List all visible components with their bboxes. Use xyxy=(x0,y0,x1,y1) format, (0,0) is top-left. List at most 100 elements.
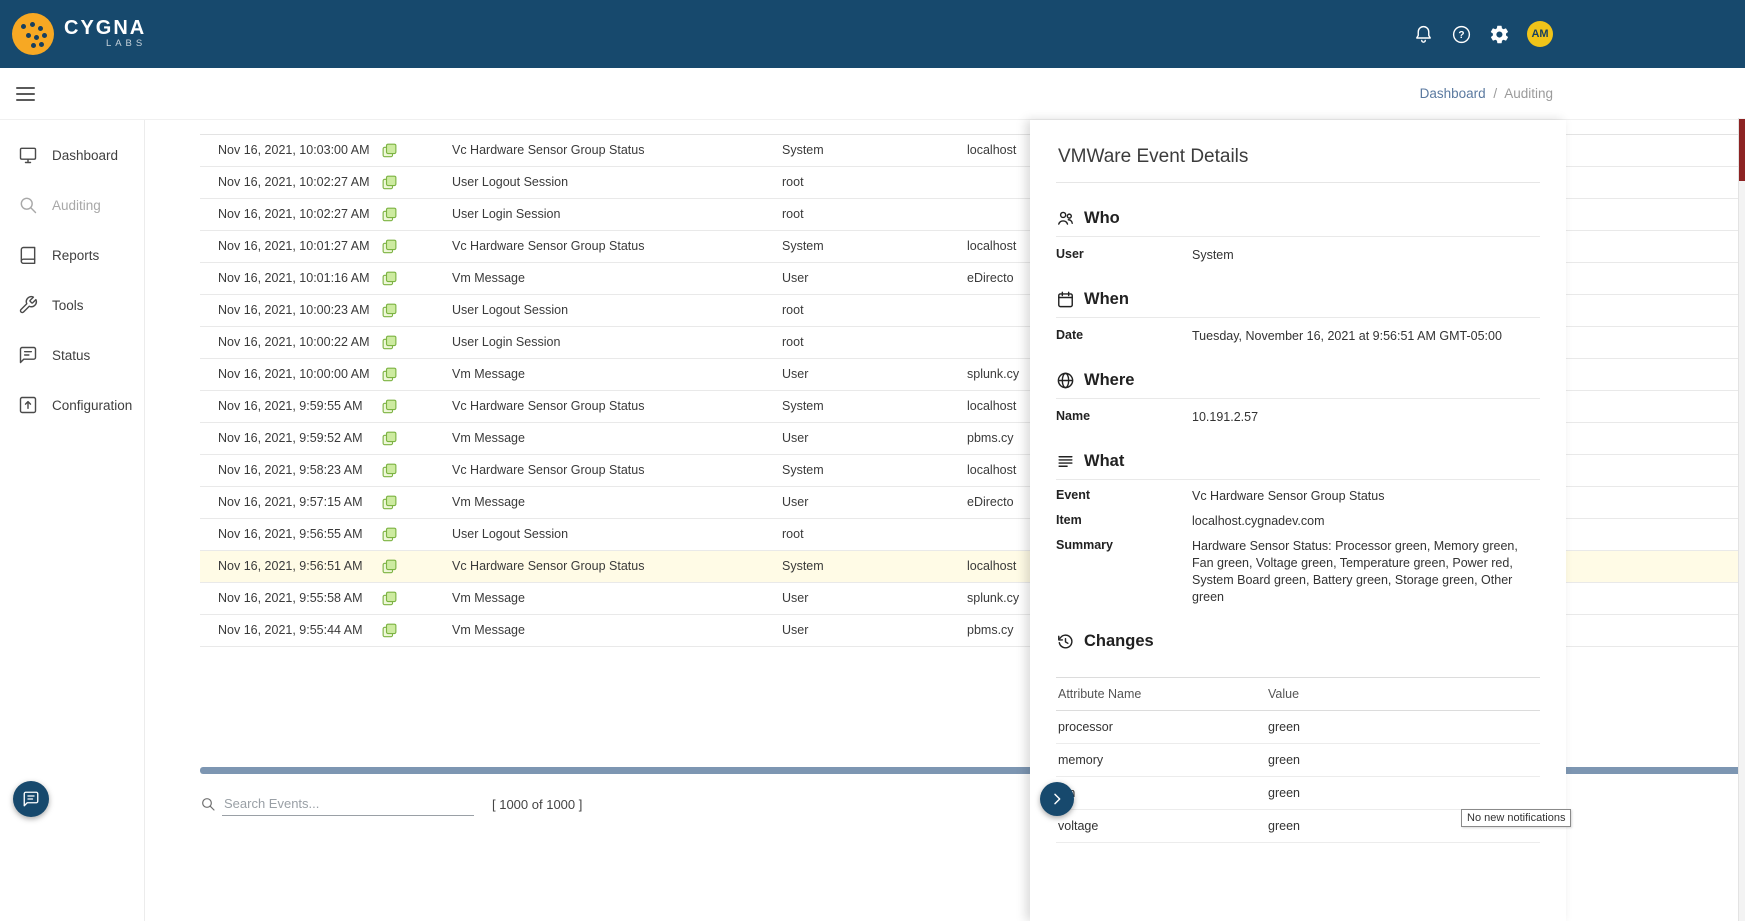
detail-value: localhost.cygnadev.com xyxy=(1192,513,1540,530)
where-globe-icon xyxy=(1056,371,1075,390)
event-user: root xyxy=(782,519,967,550)
event-user: root xyxy=(782,167,967,198)
detail-value: Hardware Sensor Status: Processor green,… xyxy=(1192,538,1540,606)
event-user: System xyxy=(782,455,967,486)
search-icon xyxy=(18,195,38,215)
sidebar-item-label: Configuration xyxy=(52,398,132,413)
event-name: User Logout Session xyxy=(452,167,782,198)
detail-label: Summary xyxy=(1056,538,1192,606)
event-time: Nov 16, 2021, 9:58:23 AM xyxy=(200,455,370,486)
detail-label: Item xyxy=(1056,513,1192,530)
event-name: User Logout Session xyxy=(452,295,782,326)
event-time: Nov 16, 2021, 9:56:51 AM xyxy=(200,551,370,582)
menu-toggle-icon[interactable] xyxy=(16,87,35,101)
notifications-bell-icon[interactable] xyxy=(1413,24,1434,45)
event-user: System xyxy=(782,391,967,422)
sidebar-item-label: Dashboard xyxy=(52,148,118,163)
event-time: Nov 16, 2021, 10:01:27 AM xyxy=(200,231,370,262)
dashboard-icon xyxy=(18,145,38,165)
brand-title: CYGNA xyxy=(64,18,146,38)
changes-history-icon xyxy=(1056,632,1075,651)
event-user: System xyxy=(782,135,967,166)
configuration-icon xyxy=(18,395,38,415)
vmware-event-icon xyxy=(370,391,452,422)
detail-value: 10.191.2.57 xyxy=(1192,409,1540,426)
vmware-event-icon xyxy=(370,327,452,358)
section-heading: Changes xyxy=(1084,632,1154,651)
change-attribute: fan xyxy=(1058,786,1268,800)
panel-collapse-button[interactable] xyxy=(1040,782,1074,816)
settings-gear-icon[interactable] xyxy=(1489,24,1510,45)
section-heading: Where xyxy=(1084,371,1134,390)
event-name: Vc Hardware Sensor Group Status xyxy=(452,231,782,262)
changes-col-attribute: Attribute Name xyxy=(1058,687,1268,701)
event-name: Vm Message xyxy=(452,487,782,518)
vmware-event-icon xyxy=(370,423,452,454)
detail-label: Date xyxy=(1056,328,1192,345)
event-time: Nov 16, 2021, 10:02:27 AM xyxy=(200,167,370,198)
vmware-event-icon xyxy=(370,199,452,230)
event-user: User xyxy=(782,583,967,614)
chevron-right-icon xyxy=(1049,791,1065,807)
who-users-icon xyxy=(1056,209,1075,228)
sidebar-item-reports[interactable]: Reports xyxy=(0,230,144,280)
event-name: Vc Hardware Sensor Group Status xyxy=(452,391,782,422)
what-list-icon xyxy=(1056,452,1075,471)
event-time: Nov 16, 2021, 9:59:52 AM xyxy=(200,423,370,454)
user-avatar[interactable]: AM xyxy=(1527,21,1553,47)
cygna-labs-logo: CYGNA LABS xyxy=(12,13,146,55)
detail-label: Event xyxy=(1056,488,1192,505)
sidebar-item-tools[interactable]: Tools xyxy=(0,280,144,330)
breadcrumb-dashboard[interactable]: Dashboard xyxy=(1420,86,1486,101)
event-name: User Login Session xyxy=(452,327,782,358)
event-name: Vc Hardware Sensor Group Status xyxy=(452,455,782,486)
event-time: Nov 16, 2021, 9:55:58 AM xyxy=(200,583,370,614)
event-user: User xyxy=(782,263,967,294)
change-attribute: memory xyxy=(1058,753,1268,767)
detail-value: Vc Hardware Sensor Group Status xyxy=(1192,488,1540,505)
event-name: Vm Message xyxy=(452,359,782,390)
event-user: User xyxy=(782,487,967,518)
search-events-input[interactable] xyxy=(222,792,474,816)
page-header: Dashboard / Auditing xyxy=(0,68,1745,120)
vmware-event-icon xyxy=(370,583,452,614)
breadcrumb-auditing: Auditing xyxy=(1504,86,1553,101)
help-icon[interactable]: ? xyxy=(1451,24,1472,45)
event-time: Nov 16, 2021, 10:02:27 AM xyxy=(200,199,370,230)
chat-support-button[interactable] xyxy=(13,781,49,817)
sidebar-item-auditing[interactable]: Auditing xyxy=(0,180,144,230)
event-name: Vm Message xyxy=(452,423,782,454)
section-where: Where Name 10.191.2.57 xyxy=(1056,371,1540,426)
breadcrumb-separator: / xyxy=(1493,86,1497,101)
vmware-event-icon xyxy=(370,263,452,294)
event-name: Vc Hardware Sensor Group Status xyxy=(452,551,782,582)
event-time: Nov 16, 2021, 9:59:55 AM xyxy=(200,391,370,422)
event-time: Nov 16, 2021, 10:00:00 AM xyxy=(200,359,370,390)
sidebar-item-label: Tools xyxy=(52,298,84,313)
sidebar-item-label: Status xyxy=(52,348,90,363)
search-icon xyxy=(200,796,216,812)
wrench-icon xyxy=(18,295,38,315)
vmware-event-icon xyxy=(370,551,452,582)
change-attribute: processor xyxy=(1058,720,1268,734)
event-user: User xyxy=(782,423,967,454)
event-user: System xyxy=(782,551,967,582)
vmware-event-icon xyxy=(370,487,452,518)
detail-value: Tuesday, November 16, 2021 at 9:56:51 AM… xyxy=(1192,328,1540,345)
event-user: User xyxy=(782,615,967,646)
section-heading: Who xyxy=(1084,209,1120,228)
event-user: root xyxy=(782,327,967,358)
sidebar-item-label: Reports xyxy=(52,248,99,263)
sidebar-item-label: Auditing xyxy=(52,198,101,213)
sidebar-item-status[interactable]: Status xyxy=(0,330,144,380)
event-time: Nov 16, 2021, 10:00:22 AM xyxy=(200,327,370,358)
section-who: Who User System xyxy=(1056,209,1540,264)
vertical-scrollbar[interactable] xyxy=(1738,118,1745,921)
sidebar-item-configuration[interactable]: Configuration xyxy=(0,380,144,430)
vmware-event-icon xyxy=(370,167,452,198)
event-name: User Logout Session xyxy=(452,519,782,550)
sidebar-item-dashboard[interactable]: Dashboard xyxy=(0,130,144,180)
vertical-scrollbar-thumb[interactable] xyxy=(1739,119,1745,181)
event-time: Nov 16, 2021, 10:03:00 AM xyxy=(200,135,370,166)
event-time: Nov 16, 2021, 9:57:15 AM xyxy=(200,487,370,518)
